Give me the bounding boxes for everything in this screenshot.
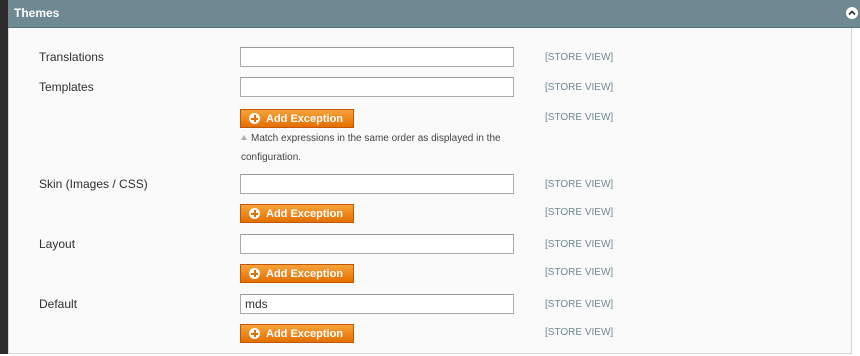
default-add-exception-button[interactable]: Add Exception [240, 324, 354, 343]
plus-circle-icon [249, 328, 260, 339]
button-label: Add Exception [266, 267, 344, 280]
plus-circle-icon [249, 113, 260, 124]
skin-exception-scope: [STORE VIEW] [545, 207, 614, 218]
plus-circle-icon [249, 268, 260, 279]
skin-label: Skin (Images / CSS) [39, 177, 148, 191]
layout-input[interactable] [240, 234, 514, 254]
skin-scope: [STORE VIEW] [545, 179, 614, 190]
button-label: Add Exception [266, 112, 344, 125]
button-label: Add Exception [266, 327, 344, 340]
themes-panel: Themes Translations [STORE VIEW] Templat… [0, 0, 860, 354]
templates-label: Templates [39, 80, 94, 94]
layout-add-exception-button[interactable]: Add Exception [240, 264, 354, 283]
section-header[interactable]: Themes [8, 0, 860, 28]
default-label: Default [39, 297, 78, 311]
chevron-up-icon [848, 10, 856, 16]
layout-label: Layout [39, 237, 76, 251]
layout-scope: [STORE VIEW] [545, 239, 614, 250]
translations-scope: [STORE VIEW] [545, 52, 614, 63]
plus-circle-icon [249, 208, 260, 219]
skin-add-exception-button[interactable]: Add Exception [240, 204, 354, 223]
default-exception-scope: [STORE VIEW] [545, 327, 614, 338]
note-text: Match expressions in the same order as d… [241, 133, 501, 163]
button-label: Add Exception [266, 207, 344, 220]
translations-label: Translations [39, 50, 104, 64]
templates-exception-scope: [STORE VIEW] [545, 112, 614, 123]
default-input[interactable] [240, 294, 514, 314]
default-scope: [STORE VIEW] [545, 299, 614, 310]
templates-input[interactable] [240, 77, 514, 97]
translations-input[interactable] [240, 47, 514, 67]
templates-add-exception-button[interactable]: Add Exception [240, 109, 354, 128]
templates-scope: [STORE VIEW] [545, 82, 614, 93]
skin-input[interactable] [240, 174, 514, 194]
collapse-icon[interactable] [846, 7, 858, 19]
match-note: Match expressions in the same order as d… [241, 129, 521, 167]
layout-exception-scope: [STORE VIEW] [545, 267, 614, 278]
section-title: Themes [14, 6, 60, 20]
triangle-up-icon [241, 135, 247, 140]
